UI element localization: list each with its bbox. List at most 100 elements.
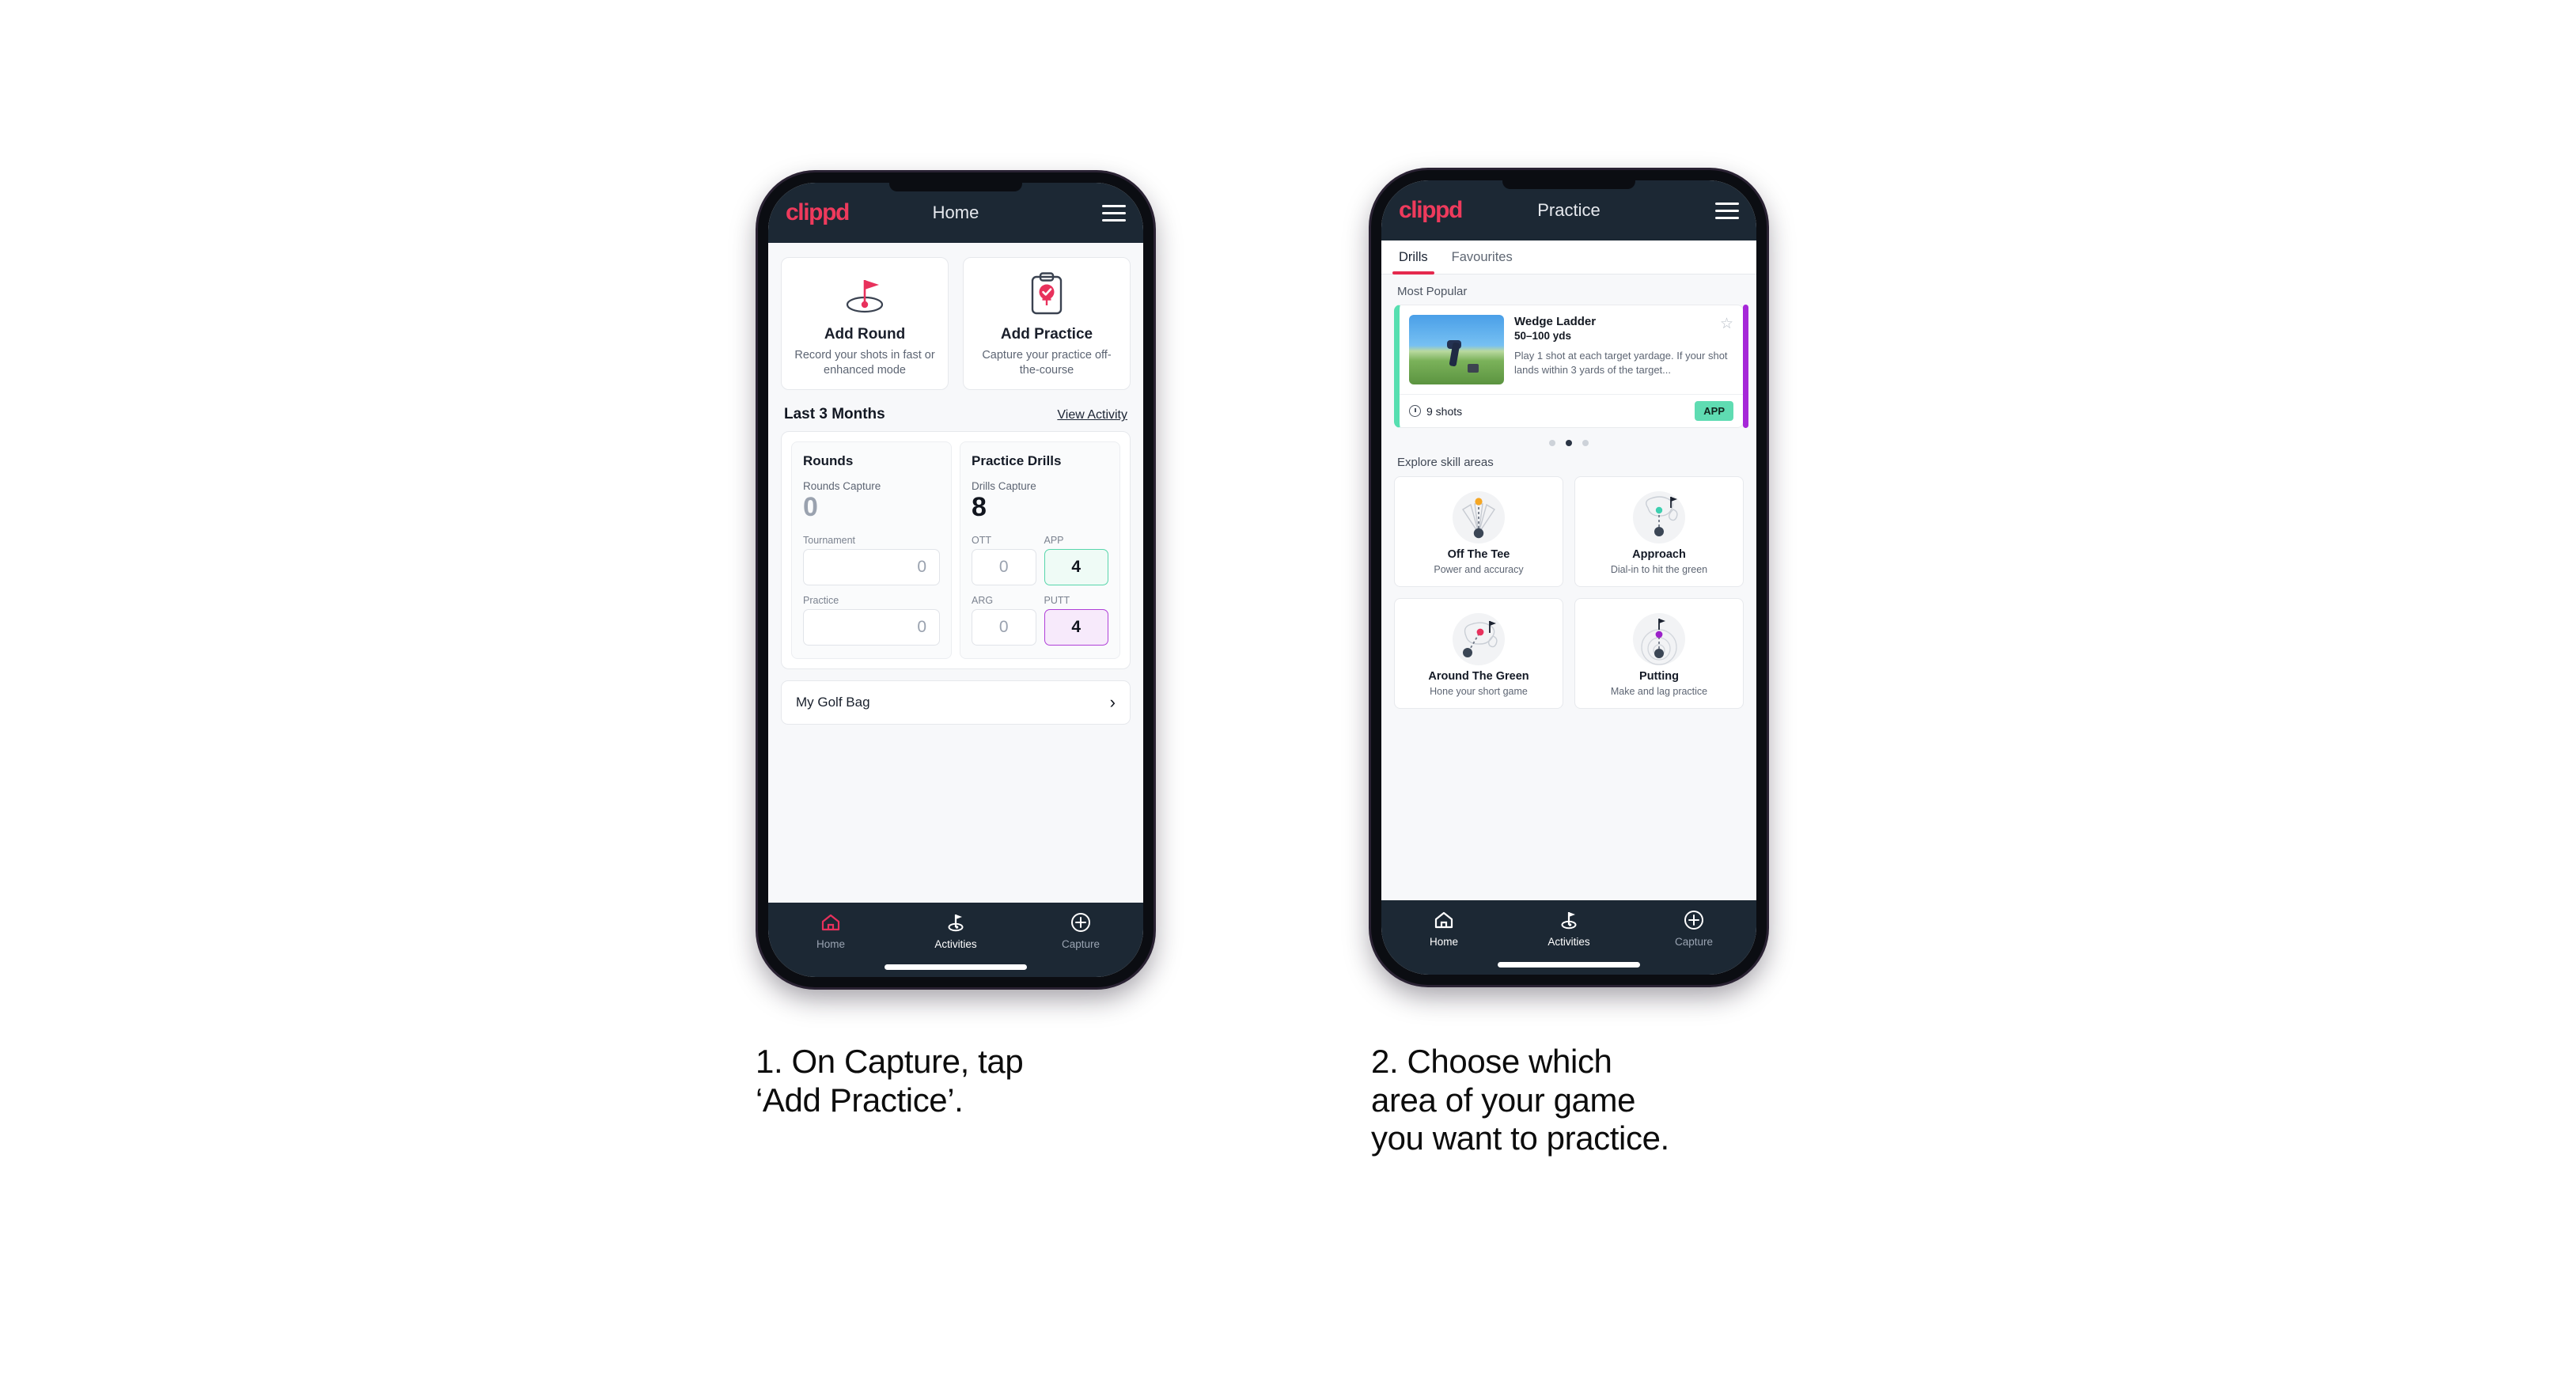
practice-tabs: Drills Favourites bbox=[1381, 240, 1756, 275]
drills-fields: OTT 0 APP 4 ARG 0 PUTT 4 bbox=[972, 535, 1108, 646]
home-indicator bbox=[1498, 962, 1640, 968]
tab-drills[interactable]: Drills bbox=[1392, 240, 1434, 275]
drill-yardage: 50–100 yds bbox=[1514, 330, 1572, 342]
skill-title: Putting bbox=[1639, 670, 1679, 683]
home-icon bbox=[1382, 908, 1506, 932]
add-round-title: Add Round bbox=[824, 326, 906, 343]
skill-areas-grid: Off The Tee Power and accuracy Approach … bbox=[1381, 476, 1756, 709]
drills-title: Practice Drills bbox=[972, 453, 1062, 469]
phone-2-practice: clippd Practice Drills Favourites Most P… bbox=[1371, 170, 1767, 985]
chevron-right-icon: › bbox=[1109, 691, 1116, 712]
carousel-dot-active[interactable] bbox=[1566, 440, 1572, 446]
bottom-nav-1: Home Activities Capture bbox=[768, 903, 1143, 977]
drill-name: Wedge Ladder bbox=[1514, 315, 1597, 328]
skill-title: Approach bbox=[1632, 548, 1686, 561]
arg-input[interactable]: 0 bbox=[972, 608, 1036, 646]
rounds-column: Rounds Rounds Capture 0 Tournament 0 Pra… bbox=[791, 441, 952, 659]
around-the-green-icon bbox=[1401, 608, 1556, 667]
next-card-edge[interactable] bbox=[1743, 305, 1748, 428]
drill-card-body: Wedge Ladder 50–100 yds Play 1 shot at e… bbox=[1400, 305, 1743, 394]
add-round-card[interactable]: Add Round Record your shots in fast or e… bbox=[781, 257, 949, 391]
rounds-fields: Tournament 0 Practice 0 bbox=[803, 535, 940, 646]
add-round-subtitle: Record your shots in fast or enhanced mo… bbox=[794, 349, 935, 377]
clippd-logo[interactable]: clippd bbox=[1399, 199, 1463, 222]
putting-icon bbox=[1582, 608, 1737, 667]
hamburger-icon[interactable] bbox=[1715, 202, 1739, 219]
plus-circle-icon bbox=[1632, 908, 1756, 932]
rounds-capture-label: Rounds Capture bbox=[803, 480, 881, 493]
nav-label-home: Home bbox=[1429, 936, 1458, 948]
arg-field: ARG 0 bbox=[972, 595, 1036, 646]
skill-subtitle: Dial-in to hit the green bbox=[1610, 564, 1708, 575]
add-practice-card[interactable]: Add Practice Capture your practice off-t… bbox=[963, 257, 1131, 391]
screenshot-canvas: clippd Home Add Round Record your shots … bbox=[0, 0, 2576, 1386]
phone-1-screen: clippd Home Add Round Record your shots … bbox=[768, 183, 1143, 977]
skill-subtitle: Hone your short game bbox=[1430, 686, 1528, 697]
app-field: APP 4 bbox=[1044, 534, 1108, 585]
nav-label-home: Home bbox=[816, 938, 845, 950]
most-popular-label: Most Popular bbox=[1397, 285, 1468, 298]
star-outline-icon[interactable]: ☆ bbox=[1720, 315, 1733, 333]
nav-item-activities[interactable]: Activities bbox=[894, 911, 1017, 950]
skill-subtitle: Power and accuracy bbox=[1434, 564, 1524, 575]
skill-title: Around The Green bbox=[1428, 670, 1529, 683]
home-content: Add Round Record your shots in fast or e… bbox=[768, 243, 1143, 903]
practice-field: Practice 0 bbox=[803, 595, 940, 646]
carousel-dot[interactable] bbox=[1549, 440, 1555, 446]
my-golf-bag-label: My Golf Bag bbox=[796, 694, 870, 710]
nav-item-capture[interactable]: Capture bbox=[1019, 911, 1142, 950]
drill-card-wedge-ladder[interactable]: Wedge Ladder 50–100 yds Play 1 shot at e… bbox=[1394, 305, 1744, 428]
tournament-input[interactable]: 0 bbox=[803, 548, 940, 585]
practice-drills-column: Practice Drills Drills Capture 8 OTT 0 A… bbox=[960, 441, 1120, 659]
phone-notch bbox=[1502, 180, 1635, 189]
practice-input[interactable]: 0 bbox=[803, 608, 940, 646]
add-practice-title: Add Practice bbox=[1000, 326, 1093, 343]
nav-label-capture: Capture bbox=[1674, 936, 1714, 948]
practice-content: Drills Favourites Most Popular Wedge Lad… bbox=[1381, 240, 1756, 900]
putt-input[interactable]: 4 bbox=[1044, 608, 1108, 646]
nav-item-activities[interactable]: Activities bbox=[1507, 908, 1631, 948]
explore-skill-areas-label: Explore skill areas bbox=[1397, 456, 1494, 469]
my-golf-bag-row[interactable]: My Golf Bag › bbox=[781, 680, 1131, 725]
page-title: Practice bbox=[1537, 200, 1601, 220]
clippd-logo[interactable]: clippd bbox=[786, 201, 850, 225]
view-activity-link[interactable]: View Activity bbox=[1057, 408, 1127, 422]
tab-favourites[interactable]: Favourites bbox=[1450, 240, 1514, 274]
section-header: Last 3 Months View Activity bbox=[768, 390, 1143, 431]
nav-label-activities: Activities bbox=[1547, 936, 1590, 948]
approach-icon bbox=[1582, 487, 1737, 545]
phone-1-home: clippd Home Add Round Record your shots … bbox=[758, 172, 1154, 987]
drills-capture-value: 8 bbox=[972, 492, 987, 523]
arg-label: ARG bbox=[972, 594, 994, 606]
ott-field: OTT 0 bbox=[972, 535, 1036, 585]
app-label: APP bbox=[1044, 534, 1064, 546]
quick-actions: Add Round Record your shots in fast or e… bbox=[768, 243, 1143, 391]
nav-label-activities: Activities bbox=[934, 938, 977, 950]
skill-card-off-the-tee[interactable]: Off The Tee Power and accuracy bbox=[1394, 476, 1563, 587]
nav-item-home[interactable]: Home bbox=[1382, 908, 1506, 948]
ott-label: OTT bbox=[972, 534, 991, 546]
ott-input[interactable]: 0 bbox=[972, 548, 1036, 585]
caption-step-1: 1. On Capture, tap ‘Add Practice’. bbox=[756, 1043, 1024, 1119]
carousel-dot[interactable] bbox=[1582, 440, 1589, 446]
app-input[interactable]: 4 bbox=[1044, 548, 1108, 585]
add-practice-subtitle: Capture your practice off-the-course bbox=[982, 349, 1112, 377]
skill-card-approach[interactable]: Approach Dial-in to hit the green bbox=[1574, 476, 1744, 587]
skill-card-around-the-green[interactable]: Around The Green Hone your short game bbox=[1394, 598, 1563, 709]
home-indicator bbox=[885, 964, 1027, 970]
section-title: Last 3 Months bbox=[784, 406, 885, 423]
drill-shots-label: 9 shots bbox=[1426, 404, 1463, 418]
hamburger-icon[interactable] bbox=[1102, 204, 1126, 222]
rounds-capture-value: 0 bbox=[803, 492, 818, 523]
plus-circle-icon bbox=[1019, 911, 1142, 934]
skill-subtitle: Make and lag practice bbox=[1610, 686, 1708, 697]
bottom-nav-2: Home Activities Capture bbox=[1381, 900, 1756, 975]
drills-row-2: ARG 0 PUTT 4 bbox=[972, 595, 1108, 646]
nav-label-capture: Capture bbox=[1061, 938, 1100, 950]
practice-label: Practice bbox=[803, 594, 839, 606]
nav-item-capture[interactable]: Capture bbox=[1632, 908, 1756, 948]
page-title: Home bbox=[932, 203, 979, 222]
tournament-field: Tournament 0 bbox=[803, 535, 940, 585]
nav-item-home[interactable]: Home bbox=[769, 911, 892, 950]
skill-card-putting[interactable]: Putting Make and lag practice bbox=[1574, 598, 1744, 709]
